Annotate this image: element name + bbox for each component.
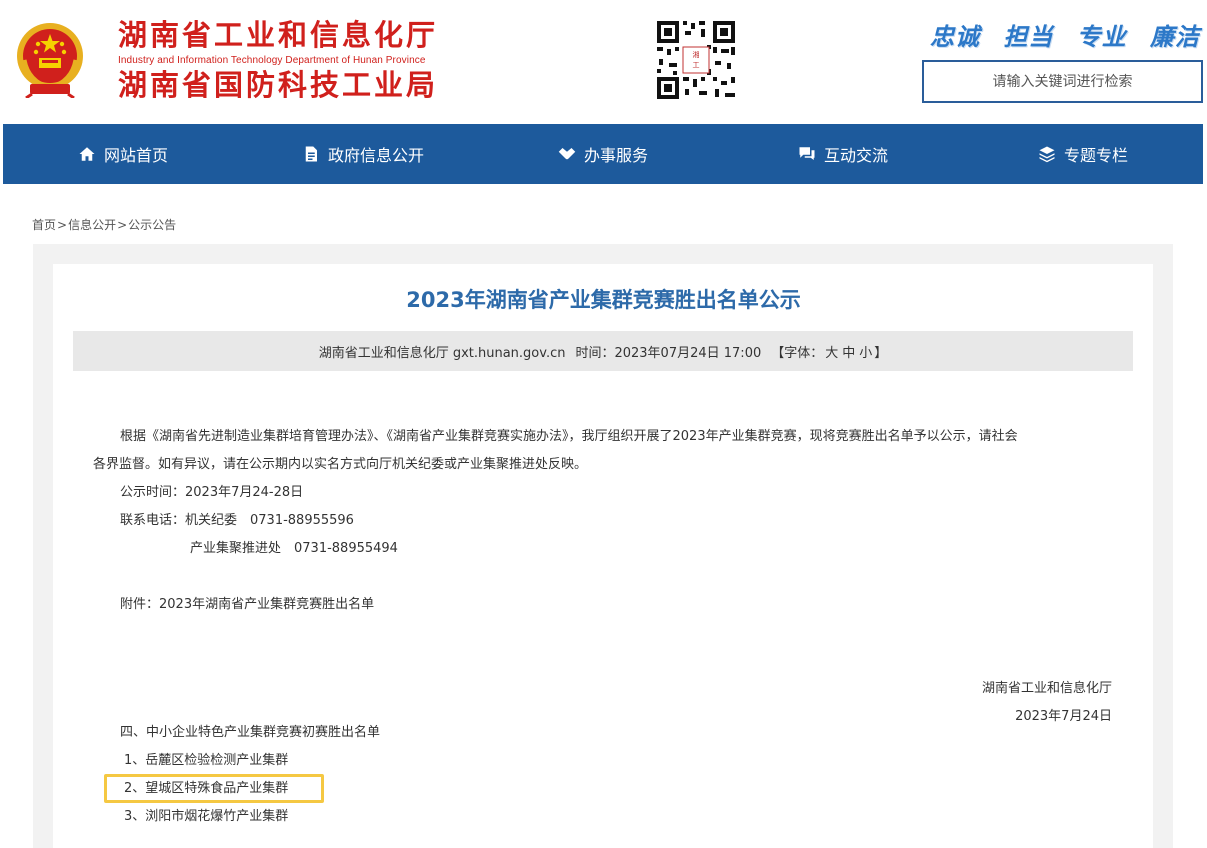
body-paragraph-line2: 各界监督。如有异议，请在公示期内以实名方式向厅机关纪委或产业集聚推进处反映。 — [93, 457, 588, 472]
list-item: 3、浏阳市烟花爆竹产业集群 — [124, 809, 289, 824]
section-title: 四、中小企业特色产业集群竞赛初赛胜出名单 — [120, 725, 381, 740]
search-input[interactable] — [924, 62, 1201, 101]
article-source: 湖南省工业和信息化厅 gxt.hunan.gov.cn — [318, 345, 566, 361]
breadcrumb-announcements[interactable]: 公示公告 — [128, 218, 176, 232]
site-header: 湖南省工业和信息化厅 Industry and Information Tech… — [0, 0, 1207, 124]
slogan-professional: 专业 — [1076, 23, 1127, 51]
nav-item-interaction[interactable]: 互动交流 — [723, 124, 963, 184]
highlight-box — [104, 774, 324, 803]
article-meta: 湖南省工业和信息化厅 gxt.hunan.gov.cn 时间：2023年07月2… — [73, 331, 1133, 371]
home-icon — [79, 147, 95, 161]
slogans: 忠诚 担当 专业 廉洁 — [930, 17, 1200, 52]
nav-item-label: 互动交流 — [823, 146, 888, 165]
layers-icon — [1039, 146, 1055, 163]
national-emblem-icon[interactable] — [14, 20, 86, 100]
slogan-integrity: 廉洁 — [1149, 23, 1200, 51]
main-nav: 网站首页 政府信息公开 办事服务 互动交流 专题专栏 — [3, 124, 1203, 184]
handshake-icon — [558, 148, 576, 160]
breadcrumb: 首页>信息公开>公示公告 — [32, 216, 176, 233]
list-item: 1、岳麓区检验检测产业集群 — [124, 753, 289, 768]
chat-icon — [799, 147, 815, 160]
svg-text:工: 工 — [693, 61, 700, 69]
nav-item-services[interactable]: 办事服务 — [483, 124, 723, 184]
nav-item-label: 专题专栏 — [1063, 146, 1128, 165]
font-size-medium-button[interactable]: 中 — [842, 346, 855, 361]
publicity-period: 公示时间：2023年7月24-28日 — [120, 485, 304, 500]
document-icon — [305, 146, 317, 162]
article-title: 2023年湖南省产业集群竞赛胜出名单公示 — [406, 288, 801, 312]
nav-item-label: 网站首页 — [103, 146, 168, 165]
breadcrumb-info-public[interactable]: 信息公开 — [68, 218, 116, 232]
font-size-label: 【字体： — [771, 345, 824, 361]
slogan-responsibility: 担当 — [1003, 23, 1054, 51]
nav-item-gov-info[interactable]: 政府信息公开 — [243, 124, 483, 184]
font-size-small-button[interactable]: 小 — [859, 346, 872, 361]
breadcrumb-separator: > — [117, 218, 128, 232]
attachment-link[interactable]: 附件：2023年湖南省产业集群竞赛胜出名单 — [120, 591, 374, 619]
site-title-english: Industry and Information Technology Depa… — [118, 55, 426, 66]
nav-item-topics[interactable]: 专题专栏 — [963, 124, 1203, 184]
nav-item-label: 政府信息公开 — [327, 146, 424, 165]
search-box[interactable] — [922, 60, 1203, 103]
font-size-end: 】 — [874, 345, 888, 361]
nav-item-home[interactable]: 网站首页 — [3, 124, 243, 184]
signature-date: 2023年7月24日 — [1015, 709, 1112, 724]
signature-org: 湖南省工业和信息化厅 — [981, 681, 1112, 696]
site-subtitle: 湖南省国防科技工业局 — [118, 68, 439, 102]
breadcrumb-separator: > — [57, 218, 68, 232]
contact-phone-2: 产业集聚推进处 0731-88955494 — [190, 541, 398, 556]
article-time: 时间：2023年07月24日 17:00 — [575, 345, 762, 361]
font-size-large-button[interactable]: 大 — [825, 346, 838, 361]
slogan-loyalty: 忠诚 — [930, 23, 980, 51]
nav-item-label: 办事服务 — [583, 146, 648, 165]
breadcrumb-home[interactable]: 首页 — [32, 218, 56, 232]
font-size-controls: 【字体：大中小】 — [771, 342, 887, 361]
site-title: 湖南省工业和信息化厅 — [118, 18, 439, 52]
site-title-block: 湖南省工业和信息化厅 Industry and Information Tech… — [118, 18, 488, 102]
svg-text:湘: 湘 — [693, 50, 700, 59]
qr-code-icon: 湘 工 — [655, 19, 737, 101]
contact-phone-1: 联系电话：机关纪委 0731-88955596 — [120, 513, 354, 528]
body-paragraph-line1: 根据《湖南省先进制造业集群培育管理办法》、《湖南省产业集群竞赛实施办法》，我厅组… — [120, 429, 1018, 444]
